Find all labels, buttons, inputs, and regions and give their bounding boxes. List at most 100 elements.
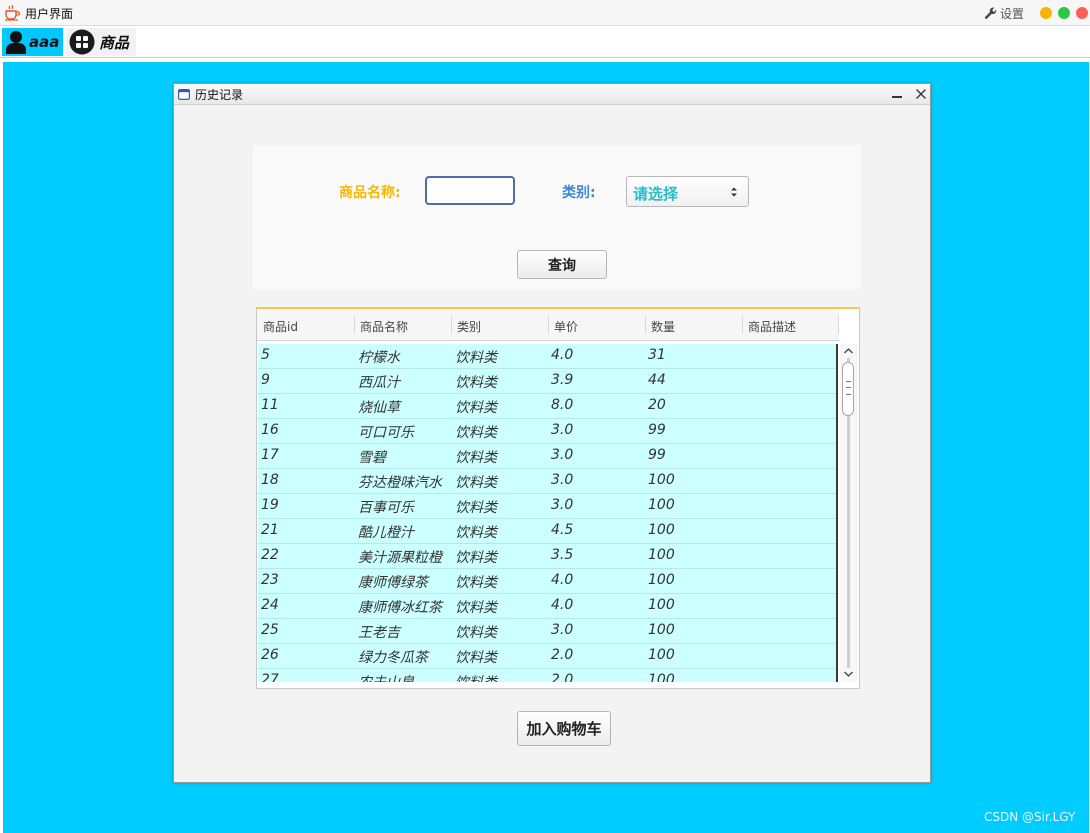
history-frame-titlebar[interactable]: 历史记录 <box>174 84 930 105</box>
column-header-id[interactable]: 商品id <box>263 318 298 335</box>
table-row[interactable]: 26 绿力冬瓜茶 饮料类 2.0 100 <box>258 644 836 669</box>
column-header-quantity[interactable]: 数量 <box>651 318 675 335</box>
window-titlebar: 用户界面 设置 <box>0 0 1090 26</box>
chevron-down-icon[interactable] <box>842 668 855 680</box>
cell-id: 21 <box>261 522 279 538</box>
cell-quantity: 20 <box>648 397 666 413</box>
tab-user[interactable]: aaa <box>2 28 63 56</box>
cell-category: 饮料类 <box>455 400 497 416</box>
query-button[interactable]: 查询 <box>517 250 607 279</box>
cell-quantity: 100 <box>648 572 675 588</box>
search-panel: 商品名称: 类别: 请选择 查询 <box>253 145 861 289</box>
cell-price: 3.0 <box>551 622 574 638</box>
thumb-grip <box>846 381 851 395</box>
cell-category: 饮料类 <box>455 550 497 566</box>
cell-quantity: 100 <box>648 522 675 538</box>
cell-quantity: 44 <box>648 372 666 388</box>
column-divider <box>742 316 743 334</box>
cell-id: 19 <box>261 497 279 513</box>
window-maximize-button[interactable] <box>1058 7 1070 19</box>
cell-id: 25 <box>261 622 279 638</box>
table-row[interactable]: 17 雪碧 饮料类 3.0 99 <box>258 444 836 469</box>
top-toolbar: aaa 商品 <box>0 27 1090 58</box>
cell-quantity: 100 <box>648 597 675 613</box>
table-row[interactable]: 11 烧仙草 饮料类 8.0 20 <box>258 394 836 419</box>
cell-category: 饮料类 <box>455 425 497 441</box>
table-row[interactable]: 18 芬达橙味汽水 饮料类 3.0 100 <box>258 469 836 494</box>
column-divider <box>645 316 646 334</box>
cell-id: 26 <box>261 647 279 663</box>
column-divider <box>354 316 355 334</box>
window-title: 用户界面 <box>25 7 74 21</box>
cell-price: 3.0 <box>551 422 574 438</box>
table-row[interactable]: 5 柠檬水 饮料类 4.0 31 <box>258 344 836 369</box>
category-select[interactable]: 请选择 <box>626 176 749 207</box>
close-icon[interactable] <box>914 86 928 102</box>
cell-id: 22 <box>261 547 279 563</box>
cell-quantity: 100 <box>648 622 675 638</box>
settings-label: 设置 <box>1000 7 1025 21</box>
cell-name: 美汁源果粒橙 <box>358 550 442 566</box>
cell-id: 16 <box>261 422 279 438</box>
column-header-description[interactable]: 商品描述 <box>748 318 796 335</box>
grid-icon <box>69 29 95 55</box>
add-to-cart-button[interactable]: 加入购物车 <box>517 711 611 746</box>
table-row[interactable]: 27 农夫山泉饮料类2.0 100 <box>258 669 836 682</box>
cell-category: 饮料类 <box>455 625 497 641</box>
cell-price: 4.0 <box>551 597 574 613</box>
cell-name: 雪碧 <box>358 450 386 466</box>
table-row[interactable]: 21 酷儿橙汁 饮料类 4.5 100 <box>258 519 836 544</box>
cell-price: 4.0 <box>551 347 574 363</box>
cell-price: 4.0 <box>551 572 574 588</box>
column-divider <box>451 316 452 334</box>
cell-name: 农夫山泉 <box>358 672 452 682</box>
table-row[interactable]: 16 可口可乐 饮料类 3.0 99 <box>258 419 836 444</box>
cell-quantity: 31 <box>648 347 666 363</box>
product-name-input[interactable] <box>425 176 515 205</box>
table-scrollbar[interactable] <box>840 344 857 682</box>
cell-name: 西瓜汁 <box>358 375 400 391</box>
cell-price: 2.0 <box>551 647 574 663</box>
cell-quantity: 99 <box>648 447 666 463</box>
cell-price: 3.0 <box>551 472 574 488</box>
cell-name: 酷儿橙汁 <box>358 525 414 541</box>
cell-name: 百事可乐 <box>358 500 414 516</box>
cell-name: 烧仙草 <box>358 400 400 416</box>
table-row[interactable]: 25 王老吉 饮料类 3.0 100 <box>258 619 836 644</box>
category-label: 类别: <box>562 185 596 201</box>
scrollbar-thumb[interactable] <box>842 362 854 416</box>
table-row[interactable]: 19 百事可乐 饮料类 3.0 100 <box>258 494 836 519</box>
column-header-category[interactable]: 类别 <box>457 318 481 335</box>
cell-category: 饮料类 <box>455 475 497 491</box>
cell-name: 可口可乐 <box>358 425 414 441</box>
cell-category: 饮料类 <box>455 672 549 682</box>
cell-id: 11 <box>261 397 279 413</box>
history-frame: 历史记录 商品名称: 类别: 请选择 查询 商品id 商品名称 类别 单价 数量… <box>173 83 931 783</box>
column-header-name[interactable]: 商品名称 <box>360 318 408 335</box>
cell-category: 饮料类 <box>455 650 497 666</box>
minimize-icon[interactable] <box>890 86 904 102</box>
cell-price: 3.0 <box>551 497 574 513</box>
cell-price: 2.0 <box>551 672 574 682</box>
table-row[interactable]: 24 康师傅冰红茶 饮料类 4.0 100 <box>258 594 836 619</box>
cell-id: 27 <box>261 672 279 682</box>
cell-category: 饮料类 <box>455 500 497 516</box>
history-table: 商品id 商品名称 类别 单价 数量 商品描述 5 柠檬水 饮料类 4.0 31 9 西瓜汁… <box>256 307 860 689</box>
settings-button[interactable]: 设置 <box>984 5 1024 22</box>
cell-quantity: 99 <box>648 422 666 438</box>
column-header-price[interactable]: 单价 <box>554 318 578 335</box>
chevron-up-icon[interactable] <box>842 345 855 357</box>
tab-goods[interactable]: 商品 <box>66 28 136 56</box>
cell-quantity: 100 <box>648 472 675 488</box>
table-row[interactable]: 9 西瓜汁 饮料类 3.9 44 <box>258 369 836 394</box>
cell-price: 3.5 <box>551 547 574 563</box>
window-minimize-button[interactable] <box>1040 7 1052 19</box>
cell-name: 柠檬水 <box>358 350 400 366</box>
cell-category: 饮料类 <box>455 575 497 591</box>
window-close-button[interactable] <box>1076 7 1088 19</box>
cell-category: 饮料类 <box>455 375 497 391</box>
table-row[interactable]: 22 美汁源果粒橙 饮料类 3.5 100 <box>258 544 836 569</box>
table-row[interactable]: 23 康师傅绿茶 饮料类 4.0 100 <box>258 569 836 594</box>
frame-icon <box>178 89 190 100</box>
cell-category: 饮料类 <box>455 525 497 541</box>
